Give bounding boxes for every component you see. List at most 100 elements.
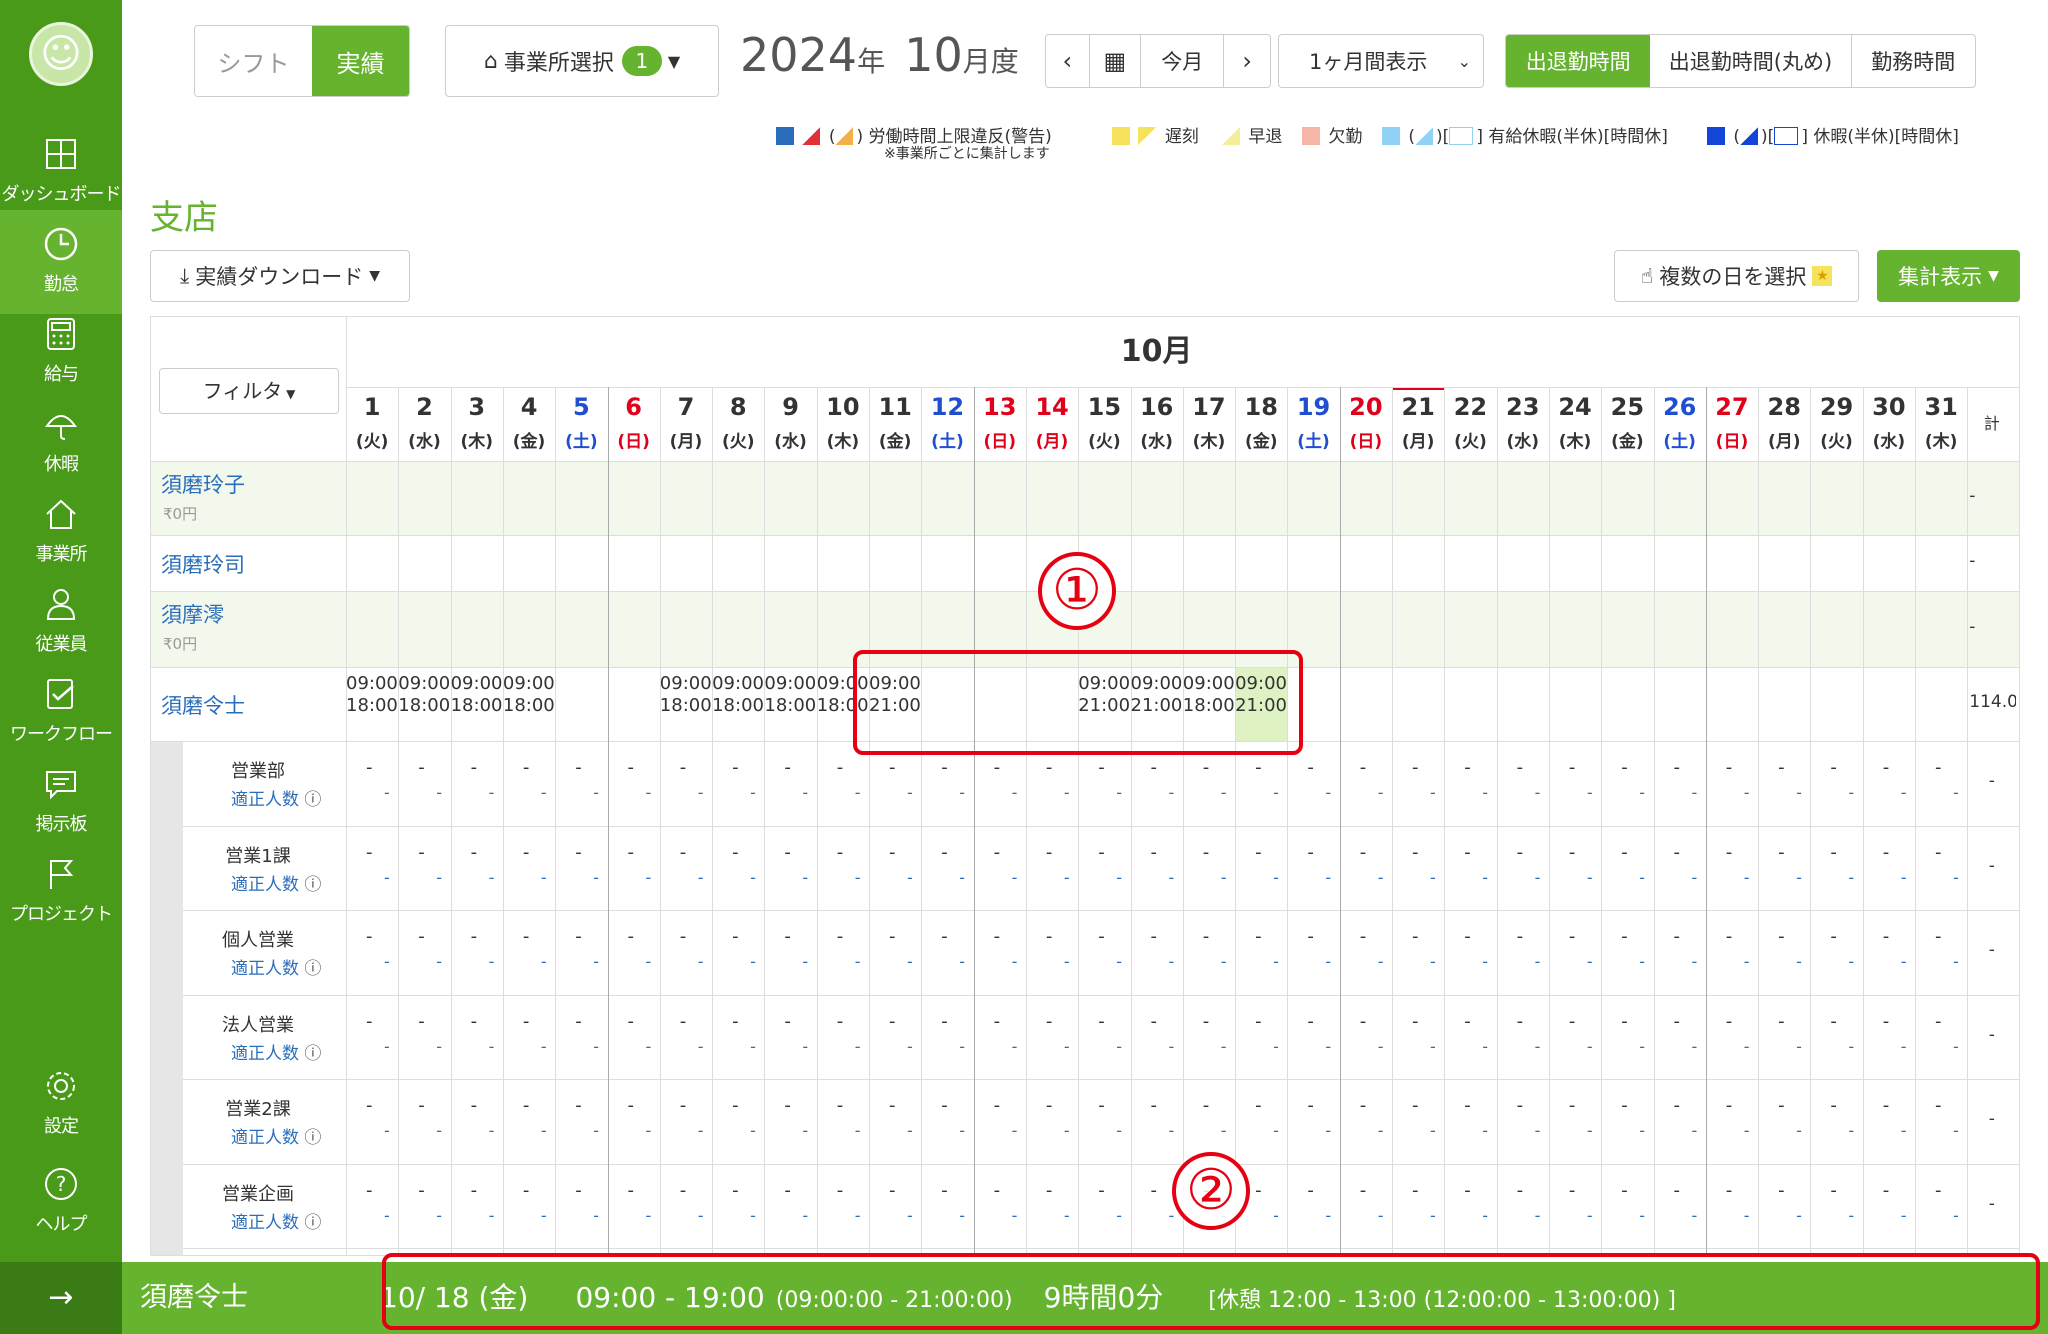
dept-optimal[interactable]: - xyxy=(1012,952,1018,971)
dept-optimal[interactable]: - xyxy=(1221,868,1227,887)
clock-in-time[interactable]: 09:00 xyxy=(503,673,555,694)
dept-optimal[interactable]: - xyxy=(1430,952,1436,971)
dept-optimal[interactable]: - xyxy=(1221,952,1227,971)
dept-optimal[interactable]: - xyxy=(802,952,808,971)
dept-optimal[interactable]: - xyxy=(698,783,704,802)
dept-optimal[interactable]: - xyxy=(646,1037,652,1056)
dept-optimal[interactable]: - xyxy=(802,1037,808,1056)
sidebar-item-checklist[interactable]: ワークフロー xyxy=(0,660,122,764)
dept-optimal[interactable]: - xyxy=(1482,1206,1488,1225)
dept-optimal[interactable]: - xyxy=(907,1121,913,1140)
dept-optimal[interactable]: - xyxy=(959,783,965,802)
dept-optimal[interactable]: - xyxy=(1273,868,1279,887)
dept-optimal[interactable]: - xyxy=(1012,1037,1018,1056)
day-header-8[interactable]: 8 xyxy=(712,393,764,421)
dept-optimal[interactable]: - xyxy=(384,952,390,971)
day-header-3[interactable]: 3 xyxy=(451,393,503,421)
day-header-12[interactable]: 12 xyxy=(921,393,973,421)
dept-optimal[interactable]: - xyxy=(1901,1206,1907,1225)
day-header-5[interactable]: 5 xyxy=(555,393,607,421)
dept-optimal[interactable]: - xyxy=(855,952,861,971)
info-icon[interactable]: ⓘ xyxy=(299,790,321,810)
day-header-27[interactable]: 27 xyxy=(1706,393,1758,421)
dept-optimal[interactable]: - xyxy=(1378,952,1384,971)
dept-optimal[interactable]: - xyxy=(1378,1037,1384,1056)
clock-in-time[interactable]: 09:00 xyxy=(712,673,764,694)
dept-optimal[interactable]: - xyxy=(1744,952,1750,971)
dept-optimal[interactable]: - xyxy=(1012,1121,1018,1140)
clock-in-time[interactable]: 09:00 xyxy=(660,673,712,694)
day-header-16[interactable]: 16 xyxy=(1131,393,1183,421)
dept-optimal[interactable]: - xyxy=(436,868,442,887)
info-icon[interactable]: ⓘ xyxy=(299,1213,321,1233)
info-icon[interactable]: ⓘ xyxy=(299,875,321,895)
dept-optimal[interactable]: - xyxy=(1064,1121,1070,1140)
dept-optimal[interactable]: - xyxy=(1012,1206,1018,1225)
dept-optimal[interactable]: - xyxy=(1744,868,1750,887)
dept-optimal[interactable]: - xyxy=(1692,868,1698,887)
dept-optimal[interactable]: - xyxy=(1744,1121,1750,1140)
optimal-staff-link[interactable]: 適正人数 ⓘ xyxy=(231,1039,321,1064)
dept-optimal[interactable]: - xyxy=(855,783,861,802)
dept-optimal[interactable]: - xyxy=(489,1037,495,1056)
day-header-6[interactable]: 6 xyxy=(608,393,660,421)
dept-optimal[interactable]: - xyxy=(1535,1121,1541,1140)
employee-name-link[interactable]: 須磨令士 xyxy=(161,690,245,720)
dept-optimal[interactable]: - xyxy=(750,868,756,887)
dept-optimal[interactable]: - xyxy=(1116,1206,1122,1225)
day-header-26[interactable]: 26 xyxy=(1654,393,1706,421)
sidebar-item-dashboard[interactable]: ダッシュボード xyxy=(0,120,122,224)
dept-optimal[interactable]: - xyxy=(907,1037,913,1056)
dept-optimal[interactable]: - xyxy=(802,1121,808,1140)
dept-optimal[interactable]: - xyxy=(1012,783,1018,802)
dept-optimal[interactable]: - xyxy=(489,1121,495,1140)
dept-optimal[interactable]: - xyxy=(802,783,808,802)
day-header-23[interactable]: 23 xyxy=(1497,393,1549,421)
dept-optimal[interactable]: - xyxy=(1064,868,1070,887)
dept-optimal[interactable]: - xyxy=(1744,1037,1750,1056)
dept-optimal[interactable]: - xyxy=(750,783,756,802)
dept-optimal[interactable]: - xyxy=(1064,1037,1070,1056)
day-header-24[interactable]: 24 xyxy=(1549,393,1601,421)
dept-optimal[interactable]: - xyxy=(1273,952,1279,971)
dept-optimal[interactable]: - xyxy=(1744,783,1750,802)
dept-optimal[interactable]: - xyxy=(1901,1037,1907,1056)
dept-optimal[interactable]: - xyxy=(1587,1037,1593,1056)
multi-day-select-button[interactable]: ☝ 複数の日を選択 ★ xyxy=(1614,250,1859,302)
collapse-sidebar-button[interactable]: → xyxy=(0,1262,122,1334)
dept-optimal[interactable]: - xyxy=(959,868,965,887)
dept-optimal[interactable]: - xyxy=(1482,783,1488,802)
dept-optimal[interactable]: - xyxy=(541,783,547,802)
dept-optimal[interactable]: - xyxy=(593,1206,599,1225)
dept-optimal[interactable]: - xyxy=(1796,1037,1802,1056)
optimal-staff-link[interactable]: 適正人数 ⓘ xyxy=(231,785,321,810)
dept-optimal[interactable]: - xyxy=(855,1121,861,1140)
dept-optimal[interactable]: - xyxy=(1535,1206,1541,1225)
tab-actual[interactable]: 実績 xyxy=(311,26,409,96)
dept-optimal[interactable]: - xyxy=(541,1121,547,1140)
dept-optimal[interactable]: - xyxy=(489,868,495,887)
dept-optimal[interactable]: - xyxy=(855,868,861,887)
day-header-20[interactable]: 20 xyxy=(1340,393,1392,421)
dept-optimal[interactable]: - xyxy=(1953,783,1959,802)
this-month-button[interactable]: 今月 xyxy=(1141,35,1225,87)
dept-optimal[interactable]: - xyxy=(1430,783,1436,802)
day-header-10[interactable]: 10 xyxy=(817,393,869,421)
tab-shift[interactable]: シフト xyxy=(195,26,312,96)
dept-optimal[interactable]: - xyxy=(1325,783,1331,802)
dept-optimal[interactable]: - xyxy=(698,1206,704,1225)
clock-out-time[interactable]: 18:00 xyxy=(398,695,450,716)
dept-optimal[interactable]: - xyxy=(1273,1037,1279,1056)
calendar-icon[interactable]: ▦ xyxy=(1090,35,1142,87)
dept-optimal[interactable]: - xyxy=(1012,868,1018,887)
dept-optimal[interactable]: - xyxy=(1848,1037,1854,1056)
dept-optimal[interactable]: - xyxy=(698,1037,704,1056)
dept-optimal[interactable]: - xyxy=(750,1206,756,1225)
dept-optimal[interactable]: - xyxy=(436,952,442,971)
dept-optimal[interactable]: - xyxy=(1482,1037,1488,1056)
dept-optimal[interactable]: - xyxy=(1273,783,1279,802)
dept-optimal[interactable]: - xyxy=(593,952,599,971)
day-header-11[interactable]: 11 xyxy=(869,393,921,421)
day-header-7[interactable]: 7 xyxy=(660,393,712,421)
dept-optimal[interactable]: - xyxy=(1116,952,1122,971)
